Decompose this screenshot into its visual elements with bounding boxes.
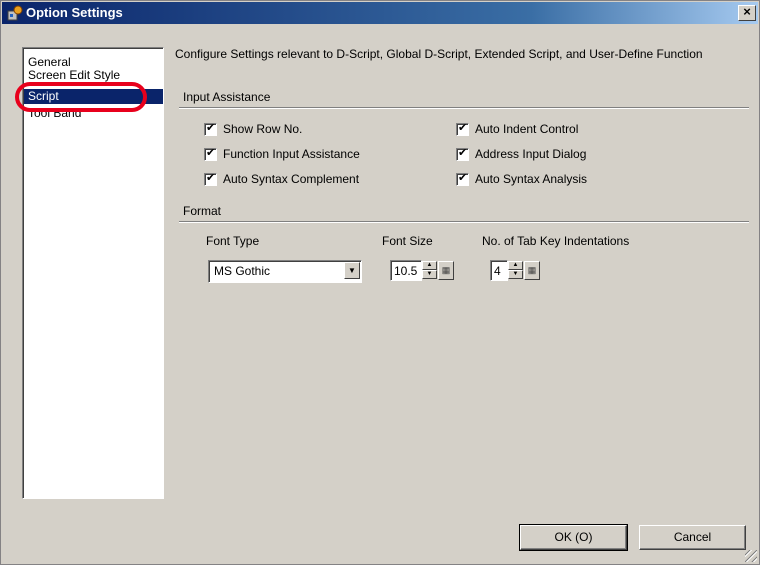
tab-indent-label: No. of Tab Key Indentations (482, 234, 630, 248)
checkbox-checked-icon (204, 171, 217, 186)
checkbox-label: Function Input Assistance (223, 147, 360, 161)
show-row-no-checkbox[interactable]: Show Row No. (204, 121, 303, 136)
font-size-value: 10.5 (394, 264, 418, 278)
spin-down-arrow-icon[interactable]: ▼ (508, 270, 523, 279)
font-size-spinner[interactable]: 10.5 ▲ ▼ ▦ (390, 260, 470, 281)
keypad-icon[interactable]: ▦ (438, 261, 454, 280)
ok-button[interactable]: OK (O) (519, 524, 628, 551)
format-divider (179, 221, 749, 223)
checkbox-label: Address Input Dialog (475, 147, 587, 161)
font-type-value: MS Gothic (214, 264, 271, 278)
font-type-label: Font Type (206, 234, 260, 248)
category-list[interactable]: General Screen Edit Style Script Tool Ba… (22, 47, 164, 499)
tab-indent-spinner[interactable]: 4 ▲ ▼ ▦ (490, 260, 552, 281)
spin-up-arrow-icon[interactable]: ▲ (508, 261, 523, 270)
tab-indent-value: 4 (494, 264, 501, 278)
font-size-label: Font Size (382, 234, 433, 248)
input-assistance-heading: Input Assistance (183, 90, 271, 104)
checkbox-label: Show Row No. (223, 122, 303, 136)
settings-description: Configure Settings relevant to D-Script,… (175, 47, 703, 61)
spin-up-arrow-icon[interactable]: ▲ (422, 261, 437, 270)
option-settings-window: Option Settings × General Screen Edit St… (0, 0, 760, 565)
checkbox-checked-icon (456, 171, 469, 186)
window-title: Option Settings (26, 5, 123, 20)
checkbox-checked-icon (456, 146, 469, 161)
dropdown-arrow-icon[interactable]: ▼ (344, 262, 360, 279)
checkbox-label: Auto Syntax Analysis (475, 172, 588, 186)
font-size-field[interactable]: 10.5 (390, 260, 422, 281)
checkbox-label: Auto Indent Control (475, 122, 579, 136)
close-button[interactable]: × (738, 5, 756, 21)
settings-app-icon (7, 5, 23, 21)
resize-grip-icon[interactable] (745, 550, 757, 562)
font-type-dropdown[interactable]: MS Gothic ▼ (208, 260, 362, 283)
highlight-circle-annotation (15, 82, 147, 112)
title-bar[interactable]: Option Settings × (2, 2, 758, 24)
address-input-dialog-checkbox[interactable]: Address Input Dialog (456, 146, 587, 161)
auto-indent-control-checkbox[interactable]: Auto Indent Control (456, 121, 579, 136)
keypad-icon[interactable]: ▦ (524, 261, 540, 280)
format-heading: Format (183, 204, 222, 218)
sidebar-item-screen-edit-style[interactable]: Screen Edit Style (26, 68, 122, 83)
checkbox-checked-icon (456, 121, 469, 136)
checkbox-checked-icon (204, 121, 217, 136)
function-input-assistance-checkbox[interactable]: Function Input Assistance (204, 146, 360, 161)
checkbox-checked-icon (204, 146, 217, 161)
checkbox-label: Auto Syntax Complement (223, 172, 360, 186)
auto-syntax-complement-checkbox[interactable]: Auto Syntax Complement (204, 171, 360, 186)
cancel-button[interactable]: Cancel (639, 525, 746, 550)
auto-syntax-analysis-checkbox[interactable]: Auto Syntax Analysis (456, 171, 588, 186)
input-assistance-divider (179, 107, 749, 109)
spin-down-arrow-icon[interactable]: ▼ (422, 270, 437, 279)
tab-indent-field[interactable]: 4 (490, 260, 508, 281)
